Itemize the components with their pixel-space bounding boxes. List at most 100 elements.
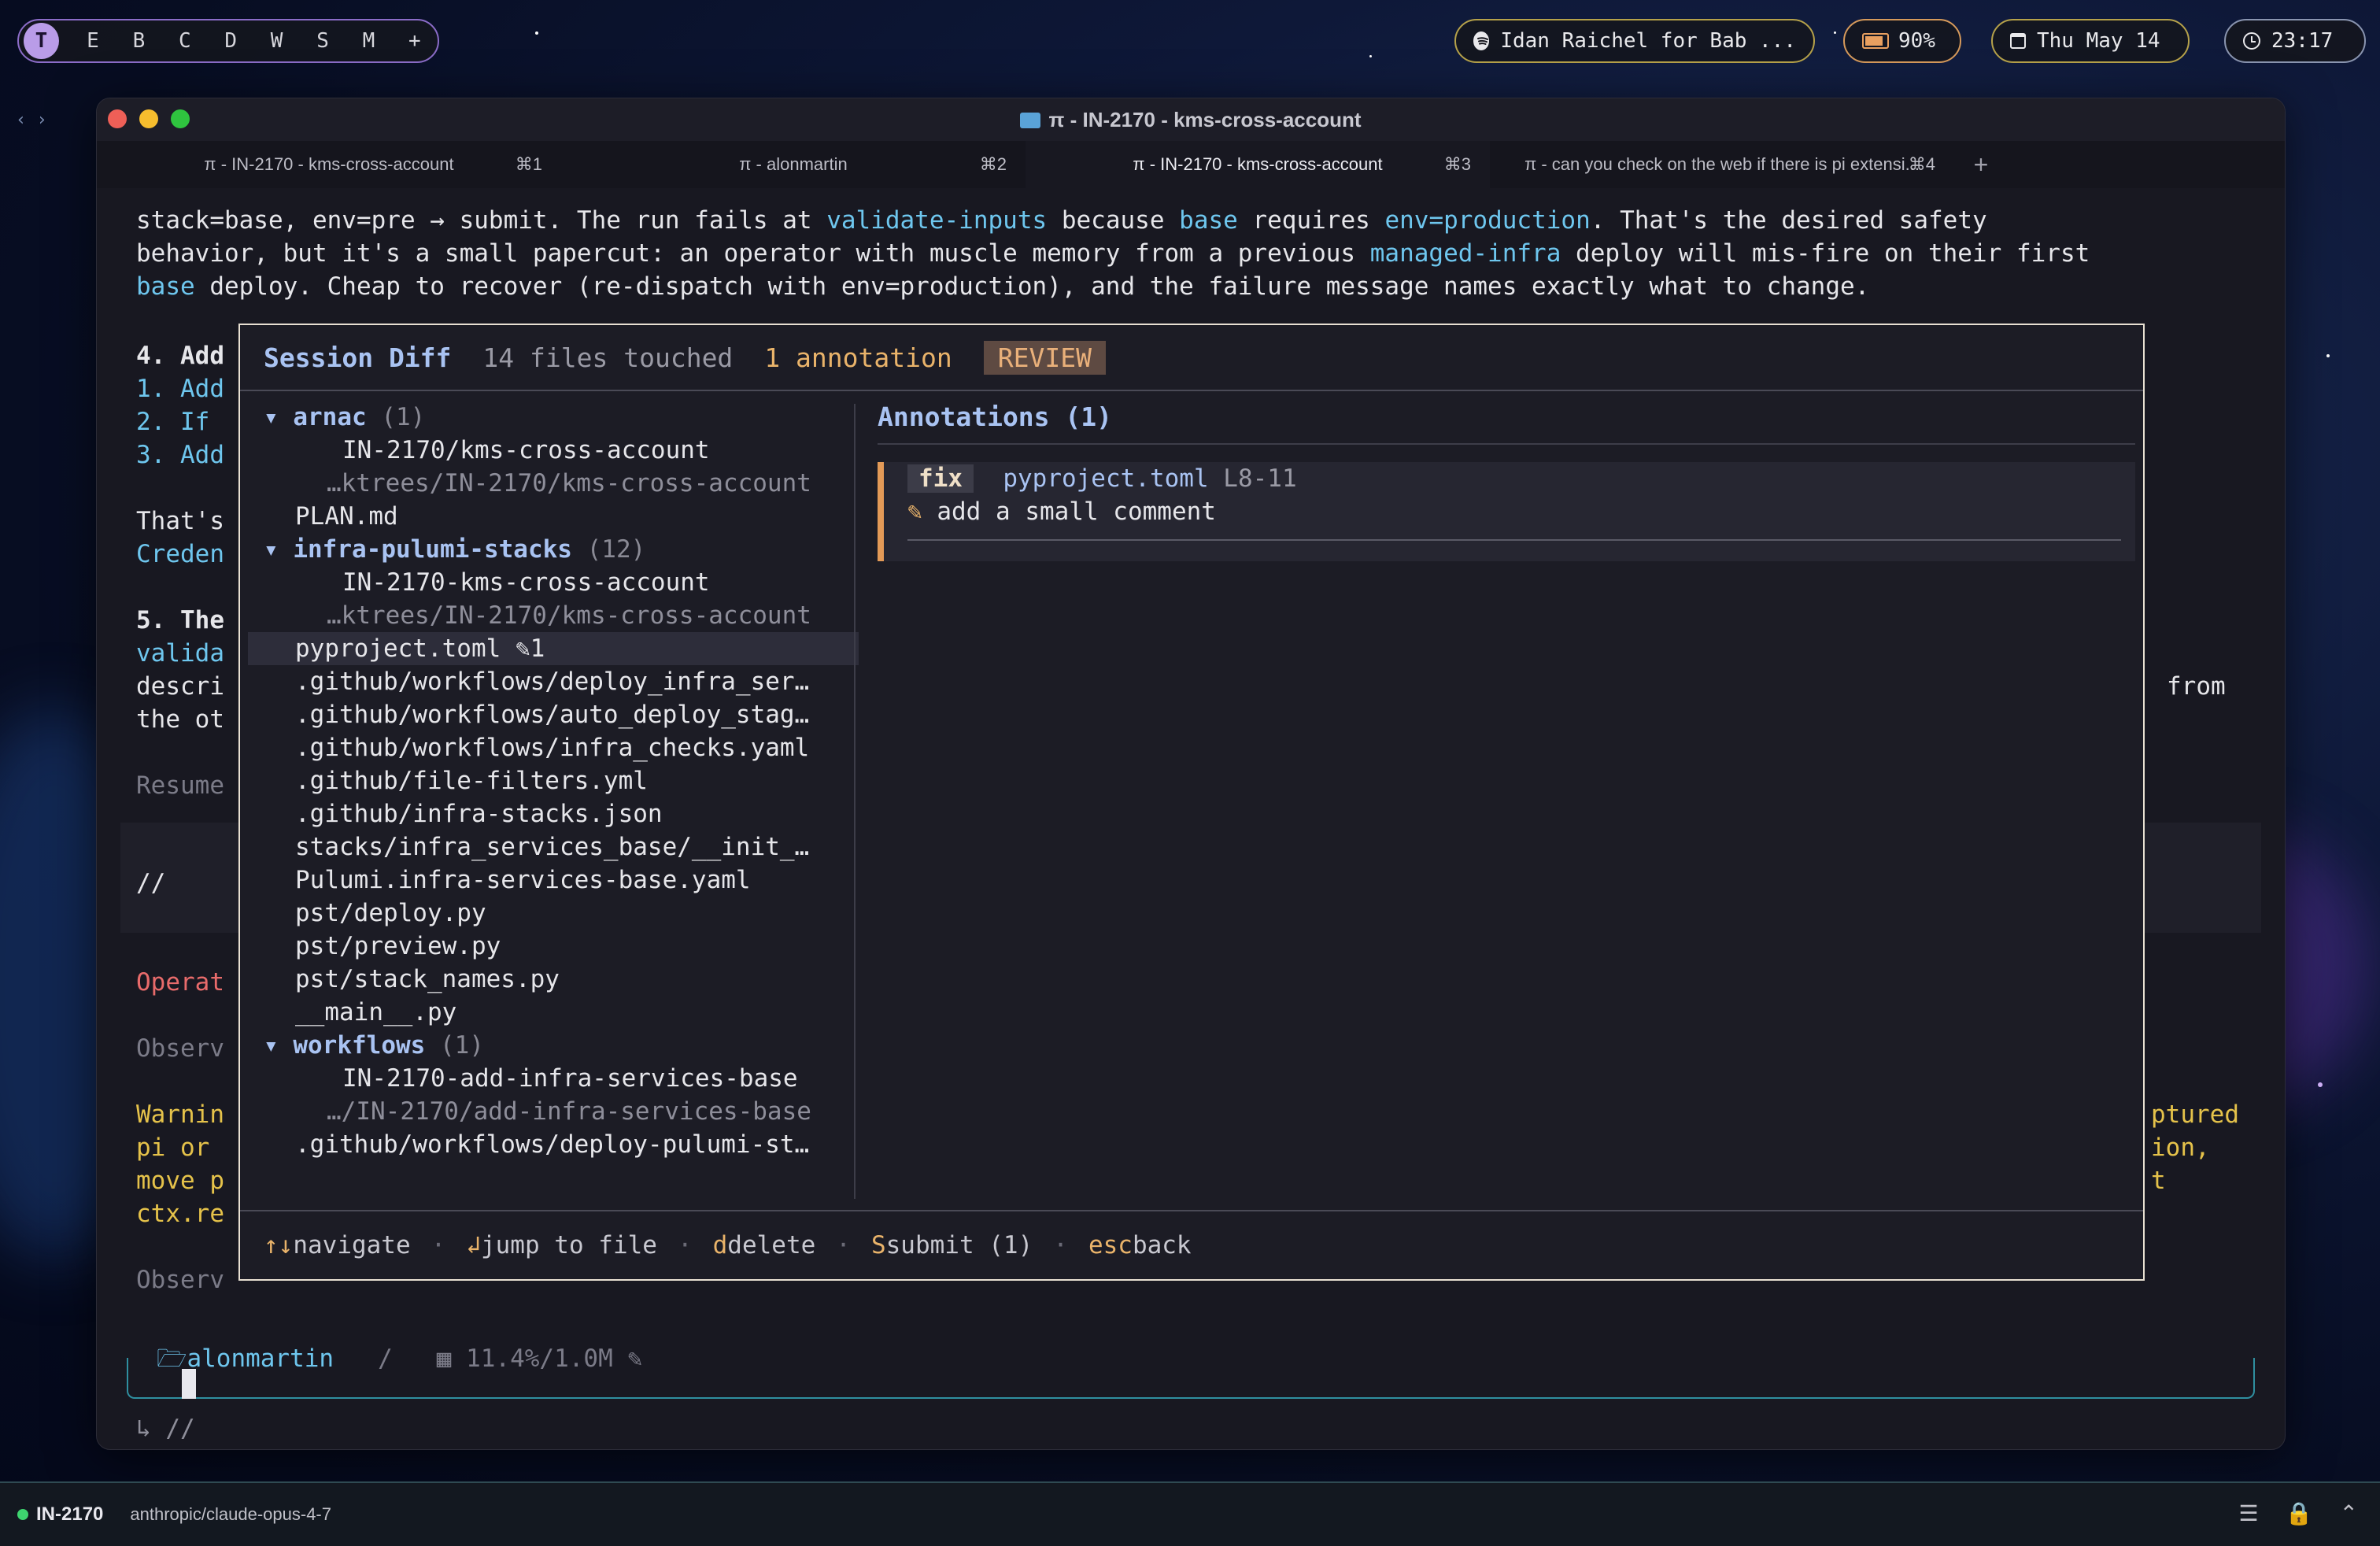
- terminal-line: 5. The: [136, 606, 224, 634]
- lock-icon[interactable]: 🔒: [2286, 1500, 2313, 1526]
- new-tab-button[interactable]: +: [1954, 141, 2008, 188]
- file-tree: ▾ arnac (1) IN-2170/kms-cross-account …k…: [248, 401, 859, 1161]
- jump-key: ↲: [466, 1231, 481, 1259]
- list-icon[interactable]: ☰: [2239, 1500, 2259, 1526]
- workspace-b[interactable]: B: [116, 29, 161, 53]
- wand-icon: ✎: [627, 1344, 643, 1373]
- tree-file[interactable]: .github/workflows/deploy-pulumi-st…: [248, 1128, 859, 1161]
- battery-level: 90%: [1898, 29, 1935, 53]
- workspace-c[interactable]: C: [162, 29, 208, 53]
- tree-file[interactable]: pst/deploy.py: [248, 897, 859, 930]
- tree-group-infra-pulumi-stacks[interactable]: ▾ infra-pulumi-stacks (12): [248, 533, 859, 566]
- add-workspace-button[interactable]: +: [392, 29, 438, 53]
- tree-file[interactable]: .github/workflows/deploy_infra_ser…: [248, 665, 859, 698]
- branch-badge[interactable]: IN-2170: [17, 1503, 103, 1526]
- model-name: anthropic/claude-opus-4-7: [130, 1504, 331, 1524]
- annotation-count: 1 annotation: [764, 342, 952, 373]
- workspace-t[interactable]: T: [24, 23, 59, 59]
- tree-file[interactable]: stacks/infra_services_base/__init_…: [248, 830, 859, 864]
- tree-file[interactable]: PLAN.md: [248, 500, 859, 533]
- window-title: π - IN-2170 - kms-cross-account: [97, 108, 2285, 132]
- back-label: back: [1132, 1231, 1192, 1259]
- tree-worktree-path: …ktrees/IN-2170/kms-cross-account: [327, 469, 811, 497]
- window-titlebar: π - IN-2170 - kms-cross-account: [97, 98, 2285, 141]
- media-widget[interactable]: Idan Raichel for Bab ...: [1454, 19, 1815, 63]
- files-touched-count: 14 files touched: [482, 342, 734, 373]
- terminal-line: That's: [136, 507, 224, 535]
- workspace-s[interactable]: S: [300, 29, 346, 53]
- folder-icon: [1020, 113, 1041, 128]
- tree-file[interactable]: .github/workflows/auto_deploy_stag…: [248, 698, 859, 731]
- windows-icon: ▦: [436, 1344, 452, 1373]
- terminal-line: stack=base, env=pre → submit. The run fa…: [136, 206, 1987, 235]
- delete-label: delete: [727, 1231, 816, 1259]
- terminal-line: pi or: [136, 1134, 210, 1162]
- annotation-comment: ✎ add a small comment: [907, 497, 1216, 526]
- tree-group-workflows[interactable]: ▾ workflows (1): [248, 1029, 859, 1062]
- chevron-up-icon[interactable]: ⌃: [2340, 1500, 2358, 1526]
- tree-group-arnac[interactable]: ▾ arnac (1): [248, 401, 859, 434]
- terminal-line: base deploy. Cheap to recover (re-dispat…: [136, 272, 1870, 301]
- calendar-icon: [2010, 33, 2026, 49]
- annotation-file[interactable]: pyproject.toml: [1003, 464, 1208, 493]
- battery-icon: [1862, 33, 1889, 49]
- workspace-switcher: T E B C D W S M +: [17, 19, 439, 63]
- terminal-line: 2. If: [136, 408, 210, 436]
- modal-footer-keybindings: ↑↓ navigate · ↲ jump to file · d delete · S su…: [240, 1210, 2143, 1279]
- workspace-w[interactable]: W: [253, 29, 299, 53]
- terminal-line: Resume: [136, 771, 224, 800]
- terminal-line: //: [136, 869, 166, 897]
- tree-file[interactable]: .github/workflows/infra_checks.yaml: [248, 731, 859, 764]
- modal-title: Session Diff: [264, 342, 452, 373]
- review-mode-badge: REVIEW: [983, 340, 1106, 375]
- submit-label: submit (1): [885, 1231, 1033, 1259]
- star: [1369, 55, 1372, 57]
- delete-key: d: [712, 1231, 728, 1259]
- tree-worktree[interactable]: IN-2170/kms-cross-account: [248, 434, 859, 467]
- left-edge-chevrons: ‹ ›: [16, 110, 47, 130]
- terminal-line-fragment: from: [2167, 672, 2226, 701]
- terminal-line-fragment: t: [2151, 1167, 2166, 1195]
- clock-icon: [2243, 32, 2260, 50]
- terminal-line: the ot: [136, 705, 224, 734]
- workspace-m[interactable]: M: [346, 29, 391, 53]
- tree-file[interactable]: .github/infra-stacks.json: [248, 797, 859, 830]
- spotify-icon: [1473, 31, 1490, 50]
- terminal-line: 3. Add: [136, 441, 224, 469]
- terminal-line: ctx.re: [136, 1200, 224, 1228]
- context-usage: 11.4%/1.0M: [466, 1344, 613, 1373]
- tab-3[interactable]: π - IN-2170 - kms-cross-account ⌘3: [1026, 141, 1490, 188]
- annotations-separator: [878, 443, 2135, 445]
- navigate-key: ↑↓: [264, 1231, 294, 1259]
- jump-label: jump to file: [480, 1231, 657, 1259]
- workspace-d[interactable]: D: [208, 29, 253, 53]
- tree-file[interactable]: __main__.py: [248, 996, 859, 1029]
- prompt-status: 🗁alonmartin / ▦ 11.4%/1.0M ✎: [157, 1341, 651, 1382]
- star: [2326, 354, 2330, 357]
- status-icons: ☰ 🔒 ⌃: [2239, 1500, 2358, 1526]
- bottom-status-bar: IN-2170 anthropic/claude-opus-4-7 ☰ 🔒 ⌃: [0, 1481, 2380, 1546]
- annotation-item[interactable]: fix pyproject.toml L8-11 ✎ add a small c…: [878, 462, 2135, 561]
- workspace-e[interactable]: E: [70, 29, 116, 53]
- tree-worktree[interactable]: IN-2170-kms-cross-account: [248, 566, 859, 599]
- tree-worktree-path: …/IN-2170/add-infra-services-base: [327, 1097, 811, 1126]
- date-widget[interactable]: Thu May 14: [1991, 19, 2190, 63]
- clock-widget[interactable]: 23:17: [2224, 19, 2366, 63]
- tree-file[interactable]: pst/preview.py: [248, 930, 859, 963]
- tab-4[interactable]: π - can you check on the web if there is…: [1490, 141, 1954, 188]
- date-text: Thu May 14: [2037, 29, 2160, 53]
- session-diff-modal: Session Diff 14 files touched 1 annotati…: [238, 324, 2145, 1281]
- tree-file[interactable]: pst/stack_names.py: [248, 963, 859, 996]
- tree-worktree[interactable]: IN-2170-add-infra-services-base: [248, 1062, 859, 1095]
- tree-file[interactable]: .github/file-filters.yml: [248, 764, 859, 797]
- time-text: 23:17: [2271, 29, 2334, 53]
- tab-bar: π - IN-2170 - kms-cross-account ⌘1 π - al…: [97, 141, 2285, 188]
- battery-widget[interactable]: 90%: [1843, 19, 1961, 63]
- tree-file[interactable]: Pulumi.infra-services-base.yaml: [248, 864, 859, 897]
- tab-1[interactable]: π - IN-2170 - kms-cross-account ⌘1: [97, 141, 561, 188]
- terminal-line: Operat: [136, 968, 224, 997]
- annotation-underline: [907, 539, 2121, 541]
- tab-2[interactable]: π - alonmartin ⌘2: [561, 141, 1026, 188]
- terminal-line: Observ: [136, 1266, 224, 1294]
- tree-file-selected[interactable]: pyproject.toml ✎1: [248, 632, 859, 665]
